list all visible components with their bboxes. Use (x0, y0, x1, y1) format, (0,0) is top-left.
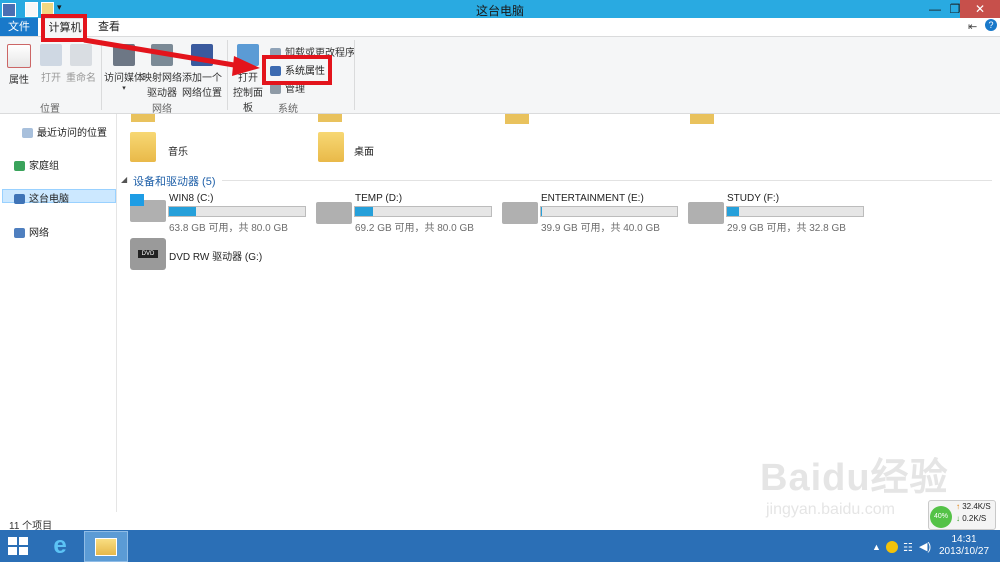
nav-item-homegroup[interactable]: 家庭组 (14, 157, 59, 172)
nav-this-pc-label: 这台电脑 (29, 194, 69, 205)
drive-e-space: 39.9 GB 可用，共 40.0 GB (541, 223, 660, 234)
hard-drive-icon (316, 202, 352, 224)
drive-e-usage-fill (541, 207, 543, 216)
manage-icon (270, 84, 281, 95)
file-explorer-icon (95, 538, 117, 556)
section-divider (222, 180, 992, 181)
open-label: 打开 (41, 73, 61, 84)
manage-label: 管理 (285, 84, 305, 95)
nav-this-pc-text: 这台电脑 (14, 190, 69, 205)
volume-tray-icon[interactable]: ◀) (919, 540, 931, 553)
drive-d-usage-fill (355, 207, 374, 216)
nav-homegroup-label: 家庭组 (29, 161, 59, 172)
folder-top-partial (318, 114, 342, 122)
desktop-folder-icon (318, 132, 344, 162)
dvd-label-icon: DVD (138, 250, 158, 258)
drive-f-usage-bar (726, 206, 864, 217)
taskbar-clock[interactable]: 14:31 2013/10/27 (934, 534, 994, 558)
red-arrow-annotation (83, 37, 260, 76)
drive-g[interactable]: DVD DVD RW 驱动器 (G:) (128, 236, 310, 272)
wifi-tray-icon[interactable]: ☷ (903, 541, 913, 554)
windows-logo-icon (130, 194, 144, 206)
folder-top-partial (505, 114, 529, 124)
group-system-label: 系统 (278, 104, 298, 115)
group-location-label: 位置 (40, 104, 60, 115)
drive-f-name: STUDY (F:) (727, 193, 780, 204)
pin-ribbon-icon[interactable]: ⇤ (968, 20, 977, 33)
drive-e[interactable]: ENTERTAINMENT (E:) 39.9 GB 可用，共 40.0 GB (500, 190, 682, 234)
drive-c-usage-bar (168, 206, 306, 217)
help-icon[interactable]: ? (985, 19, 997, 31)
properties-icon (7, 44, 31, 68)
upload-speed: ↑ 32.4K/S (956, 502, 991, 511)
computer-icon (14, 194, 25, 205)
drive-d[interactable]: TEMP (D:) 69.2 GB 可用，共 80.0 GB (314, 190, 496, 234)
download-speed: ↓ 0.2K/S (956, 514, 986, 523)
collapse-section-icon[interactable]: ◢ (121, 175, 127, 184)
start-button[interactable] (8, 537, 28, 555)
drive-d-space: 69.2 GB 可用，共 80.0 GB (355, 223, 474, 234)
window-title: 这台电脑 (475, 4, 524, 18)
download-speed-value: 0.2K/S (962, 514, 987, 523)
map-drive-label-2: 驱动器 (147, 88, 177, 99)
open-cp-label-2: 控制面板 (233, 88, 263, 114)
drive-c-name: WIN8 (C:) (169, 193, 214, 204)
section-devices-heading[interactable]: 设备和驱动器 (5) (133, 173, 216, 189)
drive-d-usage-bar (354, 206, 492, 217)
baidu-url: jingyan.baidu.com (766, 501, 895, 518)
drive-e-name: ENTERTAINMENT (E:) (541, 193, 644, 204)
file-explorer-taskbar-button[interactable] (84, 531, 128, 562)
folder-top-partial (131, 114, 155, 122)
folder-music[interactable]: 音乐 (130, 130, 220, 164)
folder-desktop-label: 桌面 (354, 147, 374, 158)
close-button[interactable]: ✕ (960, 0, 1000, 18)
folder-top-partial (690, 114, 714, 124)
drive-c[interactable]: WIN8 (C:) 63.8 GB 可用，共 80.0 GB (128, 190, 310, 234)
security-tray-icon[interactable] (886, 541, 898, 553)
nav-network-label: 网络 (29, 228, 49, 239)
nav-item-recent[interactable]: 最近访问的位置 (22, 124, 107, 139)
upload-speed-value: 32.4K/S (962, 502, 991, 511)
clock-date: 2013/10/27 (938, 546, 990, 557)
group-separator (354, 40, 355, 110)
recent-places-icon (22, 128, 33, 139)
baidu-watermark: Baidu经验 jingyan.baidu.com (760, 446, 960, 526)
tab-file[interactable]: 文件 (0, 18, 38, 36)
open-icon (40, 44, 62, 66)
drive-c-usage-fill (169, 207, 197, 216)
internet-explorer-icon[interactable]: e (46, 532, 74, 560)
nav-recent-label: 最近访问的位置 (37, 128, 107, 139)
add-location-label-2: 网络位置 (182, 88, 222, 99)
folder-music-label: 音乐 (168, 147, 188, 158)
clock-time: 14:31 (951, 534, 977, 545)
taskbar (0, 530, 1000, 562)
drive-c-space: 63.8 GB 可用，共 80.0 GB (169, 223, 288, 234)
baidu-logo: Baidu经验 (760, 457, 949, 499)
network-icon (14, 228, 25, 239)
music-folder-icon (130, 132, 156, 162)
group-network-label: 网络 (152, 104, 172, 115)
drive-f[interactable]: STUDY (F:) 29.9 GB 可用，共 32.8 GB (686, 190, 868, 234)
drive-d-name: TEMP (D:) (355, 193, 403, 204)
folder-desktop[interactable]: 桌面 (318, 130, 408, 164)
drive-f-usage-fill (727, 207, 740, 216)
drive-e-usage-bar (540, 206, 678, 217)
show-hidden-icons[interactable]: ▲ (872, 542, 881, 552)
hard-drive-icon (502, 202, 538, 224)
homegroup-icon (14, 161, 25, 172)
drive-f-space: 29.9 GB 可用，共 32.8 GB (727, 223, 846, 234)
hard-drive-icon (688, 202, 724, 224)
nav-item-network[interactable]: 网络 (14, 224, 49, 239)
navigation-pane (0, 114, 117, 512)
drive-g-name: DVD RW 驱动器 (G:) (169, 252, 263, 263)
properties-label: 属性 (9, 75, 29, 86)
properties-button[interactable]: 属性 (4, 44, 34, 86)
